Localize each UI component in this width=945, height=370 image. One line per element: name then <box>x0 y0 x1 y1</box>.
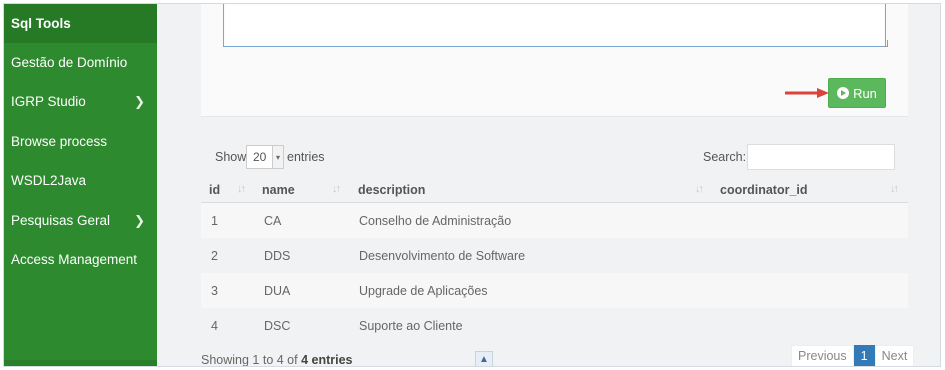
chevron-right-icon: ❯ <box>134 213 145 228</box>
cell-description: Upgrade de Aplicações <box>359 284 488 298</box>
column-header-description[interactable]: description <box>358 183 425 197</box>
sidebar-item-sql-tools[interactable]: Sql Tools <box>4 4 157 43</box>
cell-name: CA <box>264 214 282 228</box>
sidebar-item-label: Pesquisas Geral <box>11 213 111 228</box>
search-label: Search: <box>703 150 747 164</box>
sort-icon[interactable]: ↓↑ <box>890 183 899 195</box>
run-button-label: Run <box>853 85 877 101</box>
search-input[interactable] <box>747 144 895 170</box>
table-info: Showing 1 to 4 of 4 entries <box>201 353 353 367</box>
scroll-to-top-button[interactable]: ▲ <box>475 351 493 366</box>
page-size-value: 20 <box>253 150 267 164</box>
sidebar-item-igrp-studio[interactable]: IGRP Studio ❯ <box>4 82 157 121</box>
column-header-id[interactable]: id <box>209 183 220 197</box>
pagination-previous[interactable]: Previous <box>791 345 854 366</box>
cell-description: Suporte ao Cliente <box>359 319 463 333</box>
chevron-down-icon: ▾ <box>272 146 283 168</box>
table-row: 4 DSC Suporte ao Cliente <box>201 308 908 343</box>
pagination-next[interactable]: Next <box>874 345 915 366</box>
cell-description: Desenvolvimento de Software <box>359 249 526 263</box>
chevron-up-icon: ▲ <box>479 354 489 365</box>
annotation-arrow-icon <box>785 88 829 98</box>
cell-description: Conselho de Administração <box>359 214 512 228</box>
sql-query-textarea[interactable] <box>223 4 886 47</box>
table-row: 2 DDS Desenvolvimento de Software <box>201 238 908 273</box>
sort-icon[interactable]: ↓↑ <box>237 183 246 195</box>
cell-id: 2 <box>211 249 218 263</box>
sidebar-item-label: IGRP Studio <box>11 94 86 109</box>
sidebar-item-wsdl2java[interactable]: WSDL2Java <box>4 161 157 200</box>
main-content: Run Show 20 ▾ entries Search: id ↓↑ name… <box>157 4 940 366</box>
pagination-page-1[interactable]: 1 <box>853 345 875 366</box>
play-circle-icon <box>837 87 850 99</box>
sidebar: Sql Tools Gestão de Domínio IGRP Studio … <box>4 4 157 366</box>
table-info-prefix: Showing 1 to 4 of <box>201 353 302 367</box>
sort-icon[interactable]: ↓↑ <box>332 183 341 195</box>
column-header-name[interactable]: name <box>262 183 295 197</box>
show-label: Show <box>215 150 247 164</box>
table-controls: Show 20 ▾ entries Search: <box>201 144 908 170</box>
resize-grip-icon[interactable] <box>881 40 888 47</box>
sidebar-item-label: Browse process <box>11 134 108 149</box>
entries-label: entries <box>287 150 325 164</box>
chevron-right-icon: ❯ <box>134 94 145 109</box>
app-window: Sql Tools Gestão de Domínio IGRP Studio … <box>3 3 941 367</box>
sidebar-item-label: WSDL2Java <box>11 173 87 188</box>
cell-name: DDS <box>264 249 291 263</box>
table-info-count: 4 entries <box>301 353 353 367</box>
cell-name: DUA <box>264 284 291 298</box>
sidebar-item-label: Sql Tools <box>11 16 71 31</box>
cell-id: 1 <box>211 214 218 228</box>
sidebar-item-access-management[interactable]: Access Management <box>4 240 157 279</box>
table-header: id ↓↑ name ↓↑ description ↓↑ coordinator… <box>201 177 908 203</box>
table-row: 1 CA Conselho de Administração <box>201 203 908 238</box>
cell-name: DSC <box>264 319 291 333</box>
sidebar-item-pesquisas-geral[interactable]: Pesquisas Geral ❯ <box>4 201 157 240</box>
sort-icon[interactable]: ↓↑ <box>695 183 704 195</box>
cell-id: 3 <box>211 284 218 298</box>
results-table: id ↓↑ name ↓↑ description ↓↑ coordinator… <box>201 177 908 343</box>
sidebar-item-gestao-de-dominio[interactable]: Gestão de Domínio <box>4 43 157 82</box>
sidebar-item-label: Gestão de Domínio <box>11 55 128 70</box>
query-panel: Run <box>201 4 908 117</box>
run-button[interactable]: Run <box>828 78 886 108</box>
cell-id: 4 <box>211 319 218 333</box>
sidebar-item-browse-process[interactable]: Browse process <box>4 122 157 161</box>
table-row: 3 DUA Upgrade de Aplicações <box>201 273 908 308</box>
column-header-coordinator-id[interactable]: coordinator_id <box>720 183 808 197</box>
sidebar-footer <box>4 360 157 366</box>
sidebar-item-label: Access Management <box>11 252 138 267</box>
pagination: Previous 1 Next <box>791 345 915 366</box>
page-size-select[interactable]: 20 ▾ <box>246 145 284 169</box>
